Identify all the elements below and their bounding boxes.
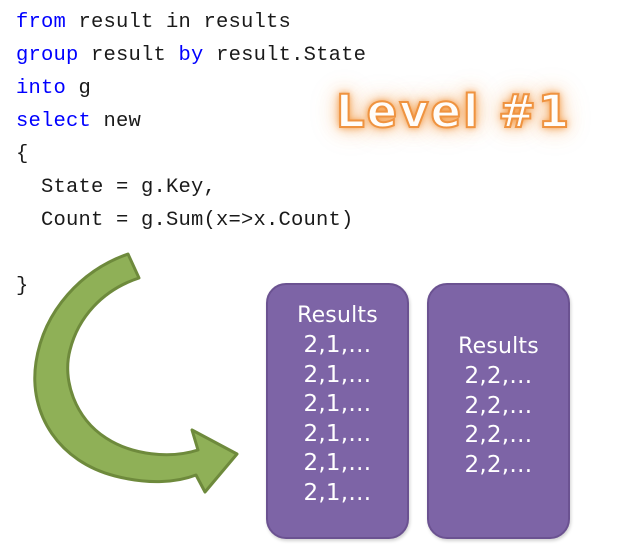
- results-row: 2,1,…: [303, 420, 372, 447]
- results-box-title: Results: [458, 334, 539, 359]
- results-row: 2,1,…: [303, 391, 372, 417]
- results-row: 2,1,…: [303, 361, 372, 388]
- code-text: result in results: [66, 11, 292, 34]
- results-box-title: Results: [297, 303, 378, 328]
- code-line: into g: [16, 72, 366, 105]
- code-line: State = g.Key,: [16, 171, 366, 204]
- results-row: 2,1,…: [303, 450, 372, 476]
- code-text: Count = g.Sum(x=>x.Count): [16, 209, 354, 232]
- curved-arrow-icon: [33, 252, 239, 494]
- results-box-group-1: Results 2,1,… 2,1,… 2,1,… 2,1,… 2,1,… 2,…: [266, 283, 409, 539]
- results-box-group-2: Results 2,2,… 2,2,… 2,2,… 2,2,…: [427, 283, 570, 539]
- code-line: {: [16, 138, 366, 171]
- code-keyword: group: [16, 44, 79, 67]
- code-text: new: [91, 110, 142, 133]
- code-text: result: [78, 44, 179, 67]
- code-line: group result by result.State: [16, 39, 366, 72]
- results-row: 2,2,…: [464, 392, 533, 419]
- code-text: result.State: [203, 44, 367, 67]
- results-row: 2,1,…: [303, 332, 372, 358]
- code-line: from result in results: [16, 6, 366, 39]
- code-text: g: [66, 77, 92, 100]
- code-keyword: by: [178, 44, 204, 67]
- code-text: {: [16, 143, 29, 166]
- code-line: Count = g.Sum(x=>x.Count): [16, 204, 366, 237]
- code-text: State = g.Key,: [16, 176, 217, 199]
- code-line: select new: [16, 105, 366, 138]
- level-title: Level #1: [335, 84, 572, 139]
- results-row: 2,2,…: [464, 363, 533, 389]
- results-row: 2,2,…: [464, 451, 533, 478]
- results-row: 2,2,…: [464, 422, 533, 448]
- results-row: 2,1,…: [303, 479, 372, 506]
- code-keyword: select: [16, 110, 92, 133]
- code-keyword: into: [16, 77, 67, 100]
- code-keyword: from: [16, 11, 67, 34]
